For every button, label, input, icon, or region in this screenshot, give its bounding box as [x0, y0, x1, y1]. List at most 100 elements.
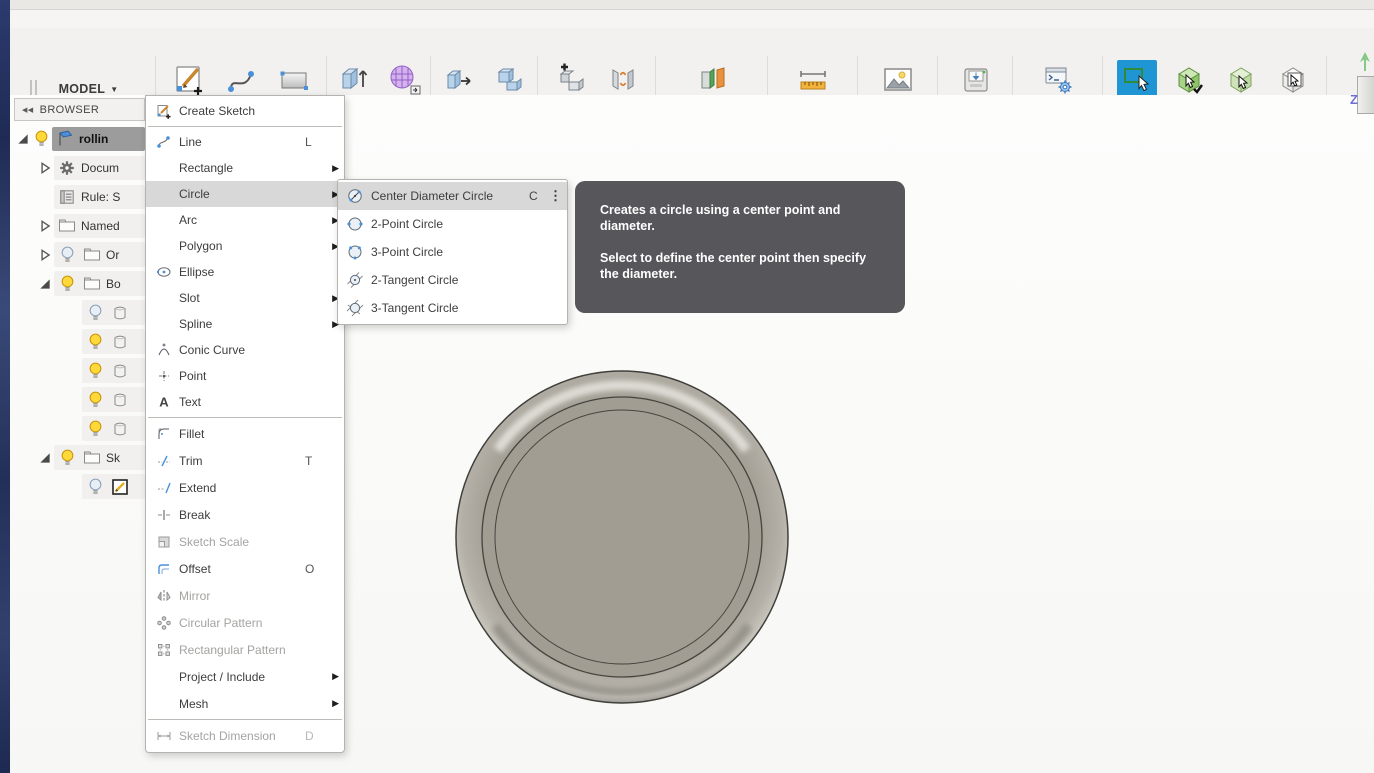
visibility-bulb-off[interactable]	[60, 245, 75, 264]
menu-item-break[interactable]: Break	[146, 501, 344, 528]
viewcube-y-axis-icon[interactable]	[1358, 50, 1372, 74]
shortcut-label: T	[305, 454, 327, 468]
overflow-menu-icon[interactable]: ⋮	[549, 188, 561, 204]
trim-icon	[153, 452, 174, 470]
menu-item-mirror[interactable]: Mirror	[146, 582, 344, 609]
browser-item-body-8[interactable]	[14, 356, 145, 385]
menu-item-rectangle[interactable]: Rectangle▶	[146, 155, 344, 181]
menu-item-ellipse[interactable]: Ellipse	[146, 259, 344, 285]
menu-item-label: Mesh	[179, 697, 305, 711]
browser-item-label: Docum	[81, 161, 119, 175]
tooltip-description: Creates a circle using a center point an…	[600, 202, 880, 235]
submenu-item-label: 3-Tangent Circle	[371, 301, 529, 315]
visibility-bulb-off[interactable]	[88, 477, 103, 496]
submenu-item-label: 3-Point Circle	[371, 245, 529, 259]
submenu-item-center-diameter-circle[interactable]: Center Diameter CircleC⋮	[338, 182, 567, 210]
browser-item-sk[interactable]: Sk	[14, 443, 145, 472]
visibility-bulb-on[interactable]	[60, 274, 75, 293]
menu-item-fillet[interactable]: Fillet	[146, 420, 344, 447]
browser-item-body-9[interactable]	[14, 385, 145, 414]
submenu-item-2-tangent-circle[interactable]: 2-Tangent Circle	[338, 266, 567, 294]
menu-item-extend[interactable]: Extend	[146, 474, 344, 501]
print-icon[interactable]	[956, 60, 996, 100]
body-icon	[111, 304, 129, 322]
browser-item-rule-s[interactable]: Rule: S	[14, 182, 145, 211]
menu-item-sketch-scale[interactable]: Sketch Scale	[146, 528, 344, 555]
visibility-bulb-on[interactable]	[34, 129, 49, 148]
collapse-panel-icon[interactable]: ◀◀	[15, 106, 40, 114]
browser-item-body-7[interactable]	[14, 327, 145, 356]
visibility-bulb-on[interactable]	[88, 419, 103, 438]
expander-expanded-icon[interactable]	[38, 451, 52, 465]
menu-item-trim[interactable]: TrimT	[146, 447, 344, 474]
browser-item-plate	[82, 387, 145, 412]
menu-item-offset[interactable]: OffsetO	[146, 555, 344, 582]
menu-item-arc[interactable]: Arc▶	[146, 207, 344, 233]
menu-item-mesh[interactable]: Mesh▶	[146, 690, 344, 717]
create-sketch-icon[interactable]	[170, 60, 210, 100]
menu-item-line[interactable]: LineL	[146, 129, 344, 155]
body-rolling-pin-disc[interactable]	[453, 368, 791, 706]
menu-item-slot[interactable]: Slot▶	[146, 285, 344, 311]
submenu-item-3-point-circle[interactable]: 3-Point Circle	[338, 238, 567, 266]
image-icon[interactable]	[878, 60, 918, 100]
form-icon[interactable]	[385, 60, 425, 100]
menu-item-circle[interactable]: Circle▶	[146, 181, 344, 207]
expander-collapsed-icon[interactable]	[38, 248, 52, 262]
menu-item-conic-curve[interactable]: Conic Curve	[146, 337, 344, 363]
menu-item-icon-blank	[153, 211, 174, 229]
shortcut-label: C	[529, 189, 549, 203]
menu-item-icon-blank	[153, 185, 174, 203]
combine-icon[interactable]	[491, 60, 531, 100]
chevron-down-icon: ▼	[110, 85, 118, 94]
menu-item-text[interactable]: AText	[146, 389, 344, 415]
window-select-icon[interactable]	[1117, 60, 1157, 100]
menu-item-polygon[interactable]: Polygon▶	[146, 233, 344, 259]
new-component-icon[interactable]	[551, 60, 591, 100]
expander-expanded-icon[interactable]	[16, 132, 30, 146]
visibility-bulb-off[interactable]	[88, 303, 103, 322]
submenu-item-2-point-circle[interactable]: 2-Point Circle	[338, 210, 567, 238]
viewcube-partial[interactable]	[1357, 76, 1374, 114]
expander-collapsed-icon[interactable]	[38, 161, 52, 175]
browser-item-named[interactable]: Named	[14, 211, 145, 240]
browser-item-sketch-12[interactable]	[14, 472, 145, 501]
sketch-dropdown-menu: Create SketchLineLRectangle▶Circle▶Arc▶P…	[145, 95, 345, 753]
expander-collapsed-icon[interactable]	[38, 219, 52, 233]
browser-item-bo[interactable]: Bo	[14, 269, 145, 298]
menu-item-sketch-dimension[interactable]: Sketch DimensionD	[146, 722, 344, 749]
menu-item-project-include[interactable]: Project / Include▶	[146, 663, 344, 690]
viewcube-z-label[interactable]: Z	[1350, 92, 1358, 107]
cube-select-2-icon[interactable]	[1221, 60, 1261, 100]
plane-icon[interactable]	[692, 60, 732, 100]
visibility-bulb-on[interactable]	[88, 361, 103, 380]
rectangle-icon[interactable]	[274, 60, 314, 100]
browser-item-rollin[interactable]: rollin	[14, 124, 145, 153]
cube-select-icon[interactable]	[1169, 60, 1209, 100]
browser-item-docum[interactable]: Docum	[14, 153, 145, 182]
expander-expanded-icon[interactable]	[38, 277, 52, 291]
browser-item-body-10[interactable]	[14, 414, 145, 443]
menu-item-rectangular-pattern[interactable]: Rectangular Pattern	[146, 636, 344, 663]
scripts-icon[interactable]	[1038, 60, 1078, 100]
menu-item-spline[interactable]: Spline▶	[146, 311, 344, 337]
shortcut-label: L	[305, 135, 327, 149]
spline-icon[interactable]	[222, 60, 262, 100]
browser-item-body-6[interactable]	[14, 298, 145, 327]
menu-item-point[interactable]: Point	[146, 363, 344, 389]
browser-item-plate: Named	[54, 214, 145, 238]
press-pull-icon[interactable]	[439, 60, 479, 100]
extrude-icon[interactable]	[333, 60, 373, 100]
submenu-item-3-tangent-circle[interactable]: 3-Tangent Circle	[338, 294, 567, 322]
menu-item-create-sketch[interactable]: Create Sketch	[146, 97, 344, 124]
measure-icon[interactable]	[793, 60, 833, 100]
circle-flyout-submenu: Center Diameter CircleC⋮2-Point Circle 3-…	[337, 179, 568, 325]
visibility-bulb-on[interactable]	[88, 332, 103, 351]
browser-item-or[interactable]: Or	[14, 240, 145, 269]
browser-item-label: Sk	[106, 451, 120, 465]
visibility-bulb-on[interactable]	[60, 448, 75, 467]
joint-icon[interactable]	[603, 60, 643, 100]
visibility-bulb-on[interactable]	[88, 390, 103, 409]
cube-select-3-icon[interactable]	[1273, 60, 1313, 100]
menu-item-circular-pattern[interactable]: Circular Pattern	[146, 609, 344, 636]
